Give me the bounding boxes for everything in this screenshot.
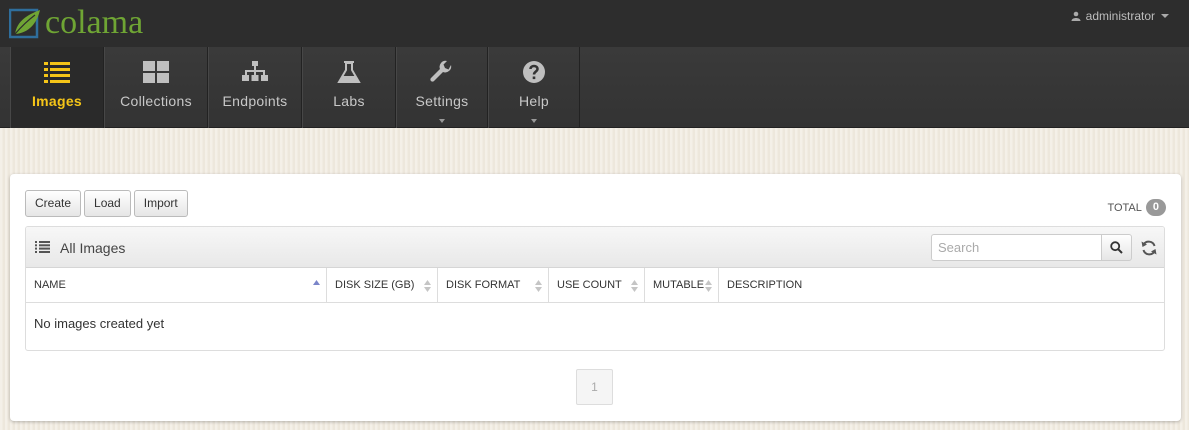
search-icon: [1110, 241, 1123, 254]
user-icon: [1071, 11, 1081, 21]
nav-label-settings: Settings: [415, 93, 469, 109]
import-button[interactable]: Import: [133, 190, 188, 217]
column-header-disk-format[interactable]: DISK FORMAT: [438, 268, 549, 303]
column-header-use-count[interactable]: USE COUNT: [549, 268, 645, 303]
list-icon: [35, 241, 50, 253]
flask-icon: [334, 59, 364, 85]
column-header-name[interactable]: NAME: [26, 268, 327, 303]
nav-label-help: Help: [519, 93, 549, 109]
nav-item-help[interactable]: Help: [488, 47, 580, 128]
nav-label-endpoints: Endpoints: [222, 93, 288, 109]
nav-item-endpoints[interactable]: Endpoints: [208, 47, 302, 128]
box-title: All Images: [60, 240, 126, 256]
refresh-icon[interactable]: [1140, 239, 1158, 257]
leaf-logo-icon: [9, 8, 40, 39]
load-button[interactable]: Load: [84, 190, 131, 217]
sitemap-icon: [240, 59, 270, 85]
total-label: TOTAL: [1107, 201, 1142, 214]
sort-icon: [631, 280, 638, 292]
chevron-down-icon: [531, 119, 537, 123]
empty-table-message: No images created yet: [34, 316, 165, 331]
sort-icon: [705, 280, 712, 292]
total-badge: 0: [1145, 199, 1166, 216]
user-menu[interactable]: administrator: [1071, 9, 1169, 23]
box-header: All Images: [26, 227, 1164, 268]
nav-item-images[interactable]: Images: [10, 47, 104, 128]
chevron-down-icon: [1161, 14, 1169, 18]
sort-icon: [424, 280, 431, 292]
main-nav-bar: Images Collections Endpoints Labs Settin…: [0, 47, 1189, 128]
nav-label-images: Images: [31, 93, 83, 109]
nav-label-labs: Labs: [333, 93, 365, 109]
nav-item-collections[interactable]: Collections: [104, 47, 208, 128]
main-nav: Images Collections Endpoints Labs Settin…: [10, 47, 580, 128]
nav-item-labs[interactable]: Labs: [302, 47, 396, 128]
nav-label-collections: Collections: [120, 93, 192, 109]
sort-icon: [535, 280, 542, 292]
logo-text: colama: [45, 4, 144, 41]
create-button[interactable]: Create: [25, 190, 82, 217]
column-header-mutable[interactable]: MUTABLE: [645, 268, 719, 303]
chevron-down-icon: [439, 119, 445, 123]
pagination-page-button[interactable]: 1: [576, 369, 613, 405]
search-input[interactable]: [931, 234, 1101, 261]
wrench-icon: [427, 59, 457, 85]
action-toolbar: Create Load Import: [25, 190, 188, 217]
top-bar: colama administrator: [0, 0, 1189, 47]
all-images-box: All Images NAME: [25, 226, 1165, 351]
user-name: administrator: [1085, 9, 1155, 23]
nav-item-settings[interactable]: Settings: [396, 47, 488, 128]
column-header-description: DESCRIPTION: [727, 279, 803, 291]
sort-asc-icon: [313, 280, 320, 285]
column-header-disk-size[interactable]: DISK SIZE (GB): [327, 268, 438, 303]
question-icon: [519, 59, 549, 85]
images-panel: Create Load Import TOTAL 0 All Images Se…: [10, 174, 1181, 421]
logo[interactable]: colama: [9, 4, 143, 42]
grid-icon: [141, 59, 171, 85]
total-count: TOTAL 0: [1107, 199, 1166, 216]
table-header: NAME DISK SIZE (GB) DISK FORMAT USE COUN…: [26, 268, 1164, 303]
search-button[interactable]: [1101, 234, 1132, 261]
list-icon: [42, 59, 72, 85]
